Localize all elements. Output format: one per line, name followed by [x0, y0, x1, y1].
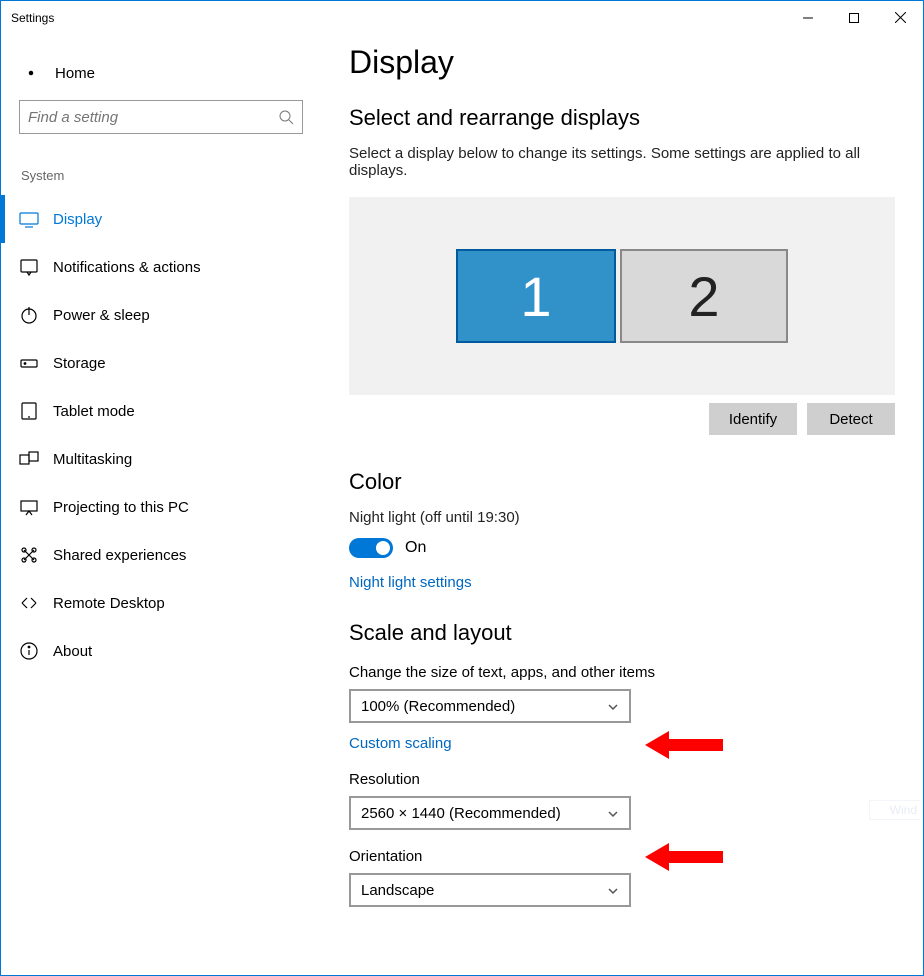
close-button[interactable]	[877, 2, 923, 34]
home-label: Home	[41, 65, 95, 82]
main-panel: Display Select and rearrange displays Se…	[321, 34, 923, 975]
chevron-down-icon	[607, 807, 619, 819]
sidebar-item-power[interactable]: Power & sleep	[1, 291, 321, 339]
arranger-heading: Select and rearrange displays	[349, 105, 895, 131]
sidebar-category: System	[1, 134, 321, 195]
custom-scaling-link[interactable]: Custom scaling	[349, 735, 452, 752]
scale-value: 100% (Recommended)	[361, 698, 515, 715]
detect-button[interactable]: Detect	[807, 403, 895, 435]
resolution-dropdown[interactable]: 2560 × 1440 (Recommended)	[349, 796, 631, 830]
projecting-icon	[19, 497, 39, 517]
display-icon	[19, 209, 39, 229]
resolution-value: 2560 × 1440 (Recommended)	[361, 805, 561, 822]
resolution-field-label: Resolution	[349, 771, 895, 788]
gear-icon	[21, 64, 41, 82]
sidebar-item-label: About	[53, 643, 92, 660]
sidebar-item-label: Storage	[53, 355, 106, 372]
sidebar-item-label: Display	[53, 211, 102, 228]
scale-field-label: Change the size of text, apps, and other…	[349, 664, 895, 681]
sidebar-item-label: Remote Desktop	[53, 595, 165, 612]
monitor-number: 1	[520, 264, 551, 329]
settings-window: Settings Home	[0, 0, 924, 976]
nightlight-settings-link[interactable]: Night light settings	[349, 574, 472, 591]
minimize-button[interactable]	[785, 2, 831, 34]
monitor-number: 2	[688, 264, 719, 329]
sidebar-item-tablet[interactable]: Tablet mode	[1, 387, 321, 435]
sidebar: Home System Display	[1, 34, 321, 975]
multitasking-icon	[19, 449, 39, 469]
nightlight-status: Night light (off until 19:30)	[349, 509, 895, 526]
sidebar-item-display[interactable]: Display	[1, 195, 321, 243]
storage-icon	[19, 353, 39, 373]
orientation-field-label: Orientation	[349, 848, 895, 865]
chevron-down-icon	[607, 884, 619, 896]
sidebar-item-remote[interactable]: Remote Desktop	[1, 579, 321, 627]
search-icon	[278, 109, 294, 125]
scale-heading: Scale and layout	[349, 620, 895, 646]
orientation-dropdown[interactable]: Landscape	[349, 873, 631, 907]
monitor-1[interactable]: 1	[456, 249, 616, 343]
identify-button[interactable]: Identify	[709, 403, 797, 435]
monitor-2[interactable]: 2	[620, 249, 788, 343]
maximize-button[interactable]	[831, 2, 877, 34]
power-icon	[19, 305, 39, 325]
sidebar-item-multitasking[interactable]: Multitasking	[1, 435, 321, 483]
remote-icon	[19, 593, 39, 613]
about-icon	[19, 641, 39, 661]
home-button[interactable]: Home	[1, 60, 321, 96]
search-input[interactable]	[28, 109, 278, 126]
search-input-wrap[interactable]	[19, 100, 303, 134]
sidebar-item-label: Multitasking	[53, 451, 132, 468]
sidebar-item-projecting[interactable]: Projecting to this PC	[1, 483, 321, 531]
chevron-down-icon	[607, 700, 619, 712]
scale-dropdown[interactable]: 100% (Recommended)	[349, 689, 631, 723]
sidebar-item-label: Power & sleep	[53, 307, 150, 324]
sidebar-item-label: Tablet mode	[53, 403, 135, 420]
orientation-value: Landscape	[361, 882, 434, 899]
sidebar-item-label: Projecting to this PC	[53, 499, 189, 516]
display-arranger[interactable]: 1 2	[349, 197, 895, 395]
sidebar-item-shared[interactable]: Shared experiences	[1, 531, 321, 579]
shared-icon	[19, 545, 39, 565]
arranger-hint: Select a display below to change its set…	[349, 145, 895, 179]
window-title: Settings	[1, 11, 54, 25]
titlebar: Settings	[1, 1, 923, 34]
sidebar-item-about[interactable]: About	[1, 627, 321, 675]
sidebar-item-label: Notifications & actions	[53, 259, 201, 276]
sidebar-item-label: Shared experiences	[53, 547, 186, 564]
nightlight-toggle-label: On	[405, 539, 426, 557]
notifications-icon	[19, 257, 39, 277]
page-title: Display	[349, 44, 895, 81]
nightlight-toggle[interactable]	[349, 538, 393, 558]
tablet-icon	[19, 401, 39, 421]
sidebar-item-notifications[interactable]: Notifications & actions	[1, 243, 321, 291]
color-heading: Color	[349, 469, 895, 495]
sidebar-item-storage[interactable]: Storage	[1, 339, 321, 387]
